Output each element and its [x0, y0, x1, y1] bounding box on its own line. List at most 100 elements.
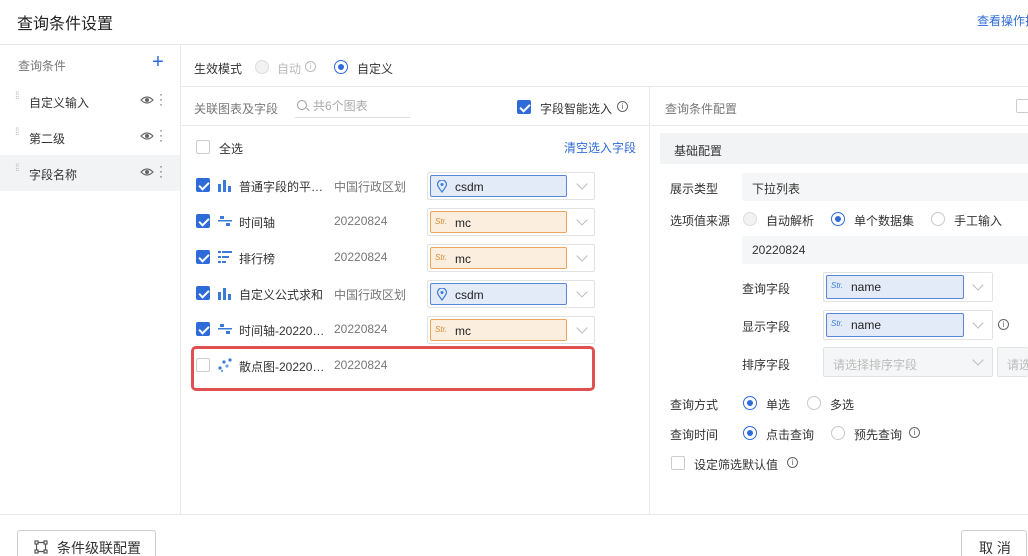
- condition-list-panel: 查询条件 + ⁞⁞ 自定义输入 · · · ⁞⁞ 第二级 · · · ⁞⁞ 字段名称 ·…: [0, 45, 181, 514]
- field-chip-label: csdm: [455, 288, 484, 302]
- default-filter-checkbox[interactable]: [671, 456, 685, 470]
- condition-item-label: 字段名称: [29, 168, 78, 182]
- dataset-select[interactable]: 20220824: [742, 236, 1028, 264]
- chart-row-checkbox[interactable]: [196, 178, 210, 192]
- field-select[interactable]: csdm: [427, 280, 595, 308]
- config-header: 查询条件配置: [651, 87, 1028, 126]
- eye-icon[interactable]: [140, 131, 154, 141]
- chevron-down-icon[interactable]: [576, 286, 588, 298]
- info-icon[interactable]: i: [787, 457, 798, 468]
- multi-select-label: 多选: [830, 398, 855, 412]
- info-icon[interactable]: i: [909, 427, 920, 438]
- location-pin-icon: [436, 288, 448, 301]
- eye-icon[interactable]: [140, 95, 154, 105]
- field-chip: Str. name: [826, 275, 964, 299]
- single-select-label: 单选: [766, 398, 791, 412]
- cascade-config-button[interactable]: 条件级联配置: [17, 530, 156, 556]
- chevron-down-icon[interactable]: [576, 214, 588, 226]
- timeline-icon: [218, 216, 232, 226]
- chevron-down-icon[interactable]: [972, 354, 984, 366]
- click-query-label: 点击查询: [766, 428, 815, 442]
- field-chip-label: mc: [455, 252, 471, 266]
- chart-row-checkbox[interactable]: [196, 250, 210, 264]
- query-field-select[interactable]: Str. name: [823, 272, 993, 302]
- mode-custom-radio[interactable]: [334, 60, 348, 74]
- string-type-icon: Str.: [435, 325, 448, 334]
- info-icon[interactable]: i: [617, 101, 628, 112]
- chevron-down-icon[interactable]: [576, 322, 588, 334]
- source-auto-label: 自动解析: [766, 214, 815, 228]
- click-query-radio[interactable]: [743, 426, 757, 440]
- chart-search-input[interactable]: [313, 99, 408, 113]
- drag-handle-icon[interactable]: ⁞⁞: [15, 92, 21, 107]
- chevron-down-icon[interactable]: [972, 279, 984, 291]
- field-select[interactable]: Str. mc: [427, 244, 595, 272]
- sort-field-select[interactable]: 请选择排序字段: [823, 347, 993, 377]
- source-single-label: 单个数据集: [854, 214, 915, 228]
- chevron-down-icon[interactable]: [576, 250, 588, 262]
- pre-query-radio[interactable]: [831, 426, 845, 440]
- chart-name: 自定义公式求和: [239, 288, 324, 302]
- chart-row-checkbox[interactable]: [196, 286, 210, 300]
- info-icon[interactable]: i: [305, 61, 316, 72]
- chart-dataset: 20220824: [334, 322, 388, 336]
- smart-select-label: 字段智能选入: [540, 102, 613, 116]
- field-select[interactable]: csdm: [427, 172, 595, 200]
- condition-item-selected[interactable]: ⁞⁞ 字段名称 · · ·: [0, 155, 180, 191]
- sort-order-select[interactable]: 请选: [997, 347, 1028, 377]
- drag-handle-icon[interactable]: ⁞⁞: [15, 164, 21, 179]
- chart-dataset: 20220824: [334, 214, 388, 228]
- display-field-select[interactable]: Str. name: [823, 310, 993, 340]
- field-chip: Str. mc: [430, 211, 567, 233]
- condition-item[interactable]: ⁞⁞ 第二级 · · ·: [0, 119, 180, 155]
- section-title: 基础配置: [674, 144, 723, 158]
- location-pin-icon: [436, 180, 448, 193]
- condition-item-label: 自定义输入: [29, 96, 90, 110]
- string-type-icon: Str.: [831, 319, 844, 328]
- smart-select-checkbox[interactable]: [517, 100, 531, 114]
- config-header-checkbox[interactable]: [1016, 99, 1028, 113]
- mode-row: 生效模式 自动 i 自定义: [181, 45, 1028, 87]
- eye-icon[interactable]: [140, 167, 154, 177]
- field-chip-label: mc: [455, 216, 471, 230]
- cancel-button[interactable]: 取 消: [961, 530, 1027, 556]
- source-single-radio[interactable]: [831, 212, 845, 226]
- dialog-footer: 条件级联配置 取 消: [0, 514, 1028, 556]
- more-icon[interactable]: · · ·: [158, 124, 164, 146]
- mode-auto-radio[interactable]: [255, 60, 269, 74]
- more-icon[interactable]: · · ·: [158, 160, 164, 182]
- mode-label: 生效模式: [194, 62, 243, 76]
- cascade-config-label: 条件级联配置: [57, 540, 141, 556]
- string-type-icon: Str.: [435, 217, 448, 226]
- single-select-radio[interactable]: [743, 396, 757, 410]
- clear-fields-link[interactable]: 清空选入字段: [564, 139, 636, 156]
- pre-query-label: 预先查询: [854, 428, 903, 442]
- source-manual-radio[interactable]: [931, 212, 945, 226]
- more-icon[interactable]: · · ·: [158, 88, 164, 110]
- condition-item-label: 第二级: [29, 132, 66, 146]
- field-select[interactable]: Str. mc: [427, 208, 595, 236]
- display-type-select[interactable]: 下拉列表: [742, 173, 1028, 201]
- multi-select-radio[interactable]: [807, 396, 821, 410]
- chevron-down-icon[interactable]: [576, 178, 588, 190]
- field-chip-label: name: [851, 318, 882, 332]
- select-all-checkbox[interactable]: [196, 140, 210, 154]
- string-type-icon: Str.: [831, 281, 844, 290]
- drag-handle-icon[interactable]: ⁞⁞: [15, 128, 21, 143]
- chart-row-checkbox[interactable]: [196, 322, 210, 336]
- dataset-value: 20220824: [752, 243, 806, 257]
- search-icon: [297, 100, 307, 110]
- chart-row: 普通字段的平均值计算 中国行政区划 csdm: [181, 167, 650, 203]
- field-select[interactable]: Str. mc: [427, 316, 595, 344]
- add-condition-button[interactable]: +: [150, 52, 166, 72]
- source-auto-radio[interactable]: [743, 212, 757, 226]
- condition-item[interactable]: ⁞⁞ 自定义输入 · · ·: [0, 83, 180, 119]
- source-manual-label: 手工输入: [954, 214, 1003, 228]
- help-link[interactable]: 查看操作指: [977, 12, 1028, 29]
- info-icon[interactable]: i: [998, 319, 1009, 330]
- field-chip-label: mc: [455, 324, 471, 338]
- chart-row-checkbox[interactable]: [196, 214, 210, 228]
- chart-field-title: 关联图表及字段: [194, 102, 279, 116]
- chevron-down-icon[interactable]: [972, 317, 984, 329]
- bar-chart-icon: [218, 180, 231, 192]
